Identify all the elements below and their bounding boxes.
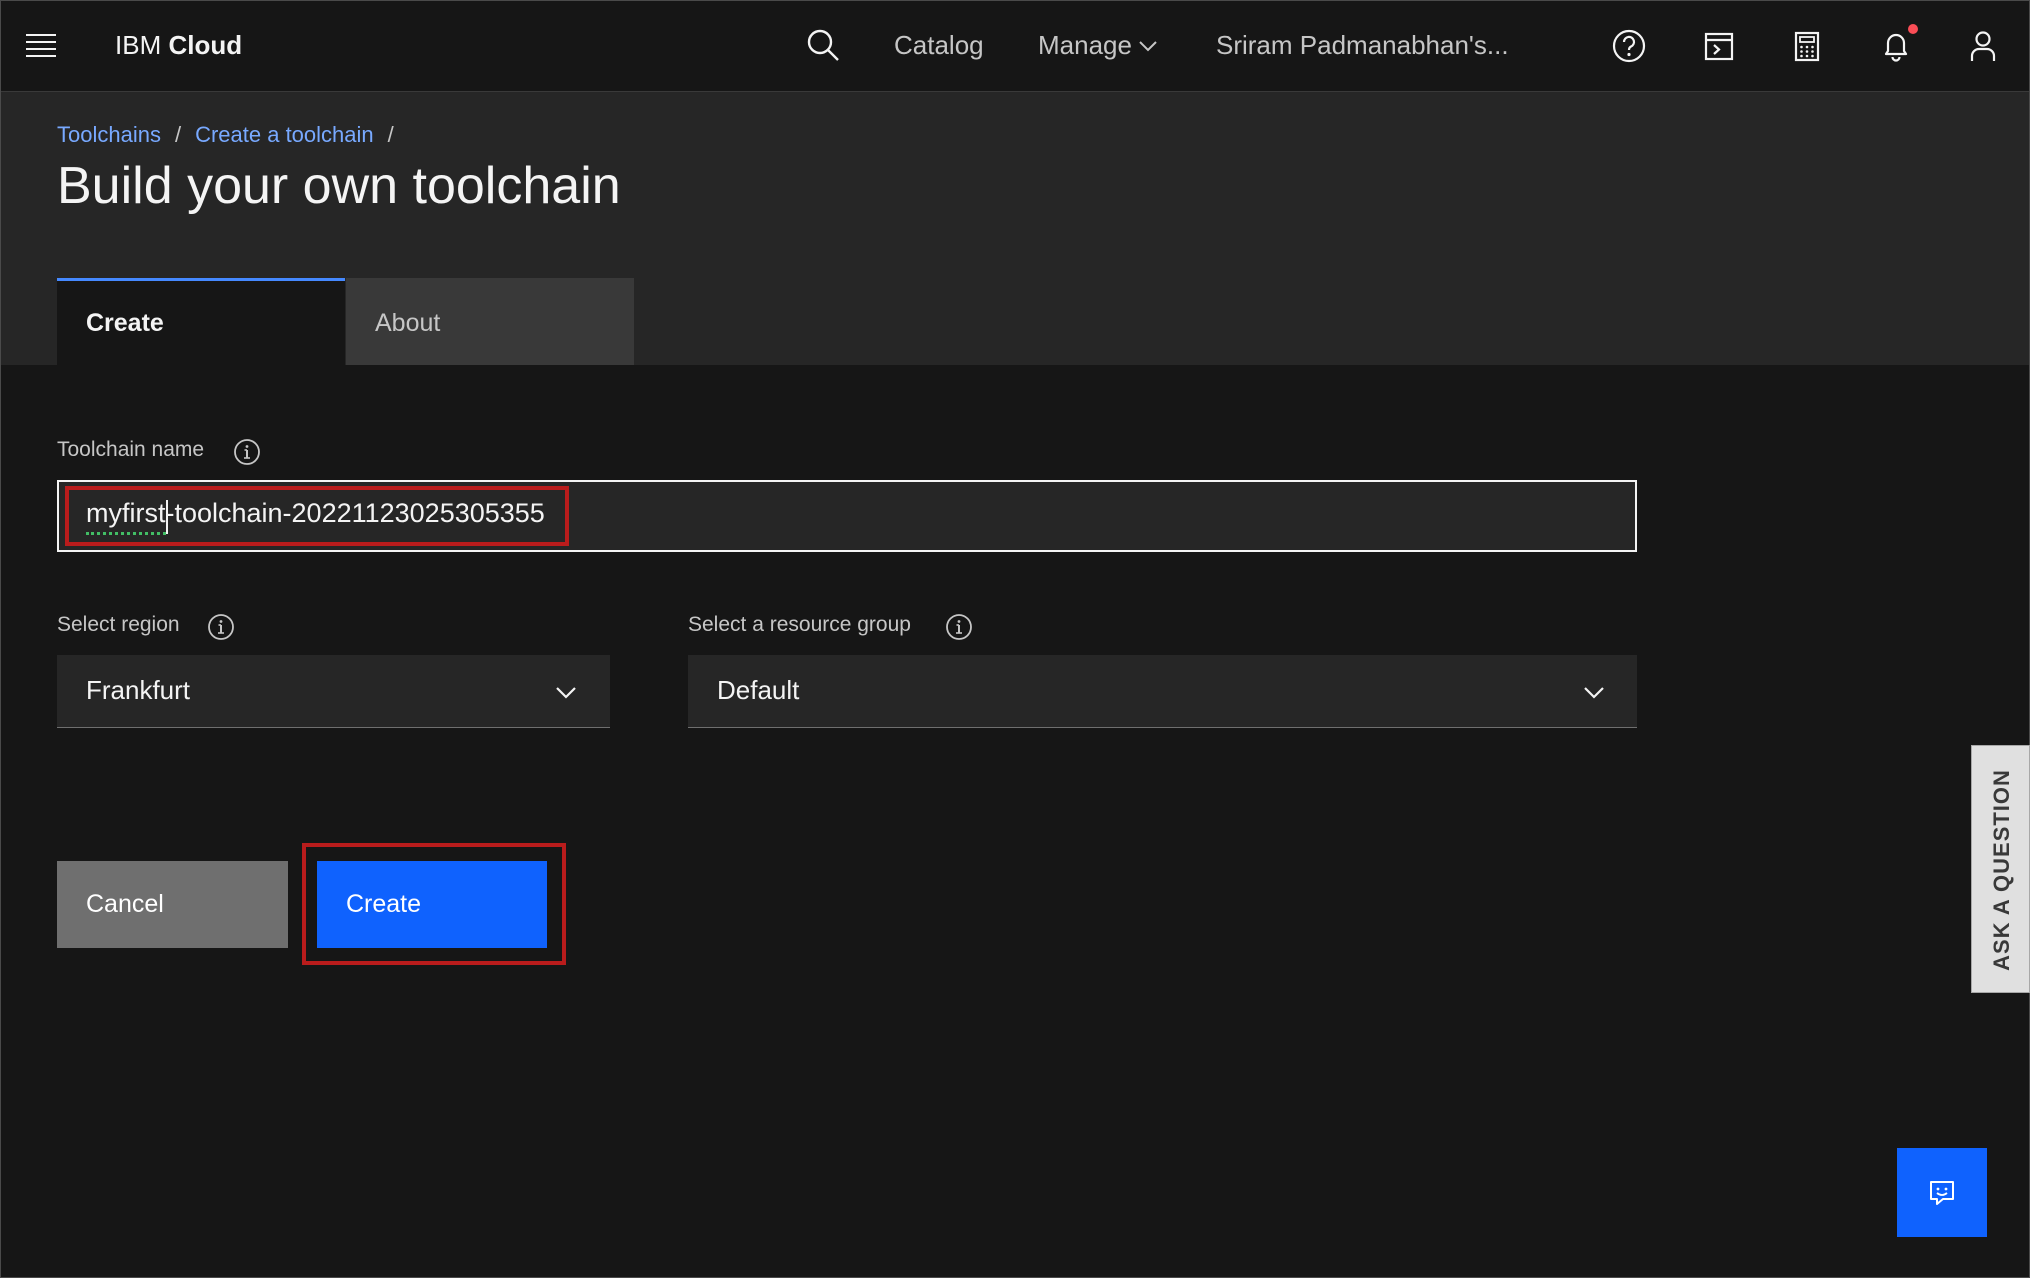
resource-group-label: Select a resource group <box>688 613 911 636</box>
brand-name: Cloud <box>168 30 243 60</box>
user-avatar-icon[interactable] <box>1963 26 2003 66</box>
notification-badge <box>1908 24 1918 34</box>
chat-feedback-button[interactable] <box>1897 1148 1987 1237</box>
annotation-highlight-box <box>302 843 566 965</box>
info-icon[interactable] <box>207 613 235 641</box>
breadcrumb-separator: / <box>174 122 182 147</box>
breadcrumb-separator: / <box>387 122 394 147</box>
help-icon[interactable] <box>1609 26 1649 66</box>
breadcrumb-toolchains-link[interactable]: Toolchains <box>57 122 161 147</box>
breadcrumb: Toolchains / Create a toolchain / <box>57 122 408 148</box>
annotation-highlight-box <box>65 486 569 546</box>
brand-logo[interactable]: IBM Cloud <box>115 30 242 61</box>
nav-manage-menu[interactable]: Manage <box>1038 30 1132 61</box>
search-icon[interactable] <box>805 27 841 63</box>
chevron-down-icon <box>1139 41 1157 52</box>
info-icon[interactable] <box>233 438 261 466</box>
tab-create[interactable]: Create <box>57 278 345 365</box>
cancel-button[interactable]: Cancel <box>57 861 288 948</box>
chat-icon <box>1930 1181 1954 1205</box>
chevron-down-icon <box>556 687 576 699</box>
ask-a-question-label: ASK A QUESTION <box>1989 769 2014 971</box>
page-title: Build your own toolchain <box>57 157 621 215</box>
breadcrumb-create-toolchain-link[interactable]: Create a toolchain <box>195 122 374 147</box>
tab-about[interactable]: About <box>346 278 634 365</box>
menu-icon[interactable] <box>26 34 58 57</box>
cost-estimator-icon[interactable] <box>1787 26 1827 66</box>
toolchain-name-label: Toolchain name <box>57 438 205 461</box>
region-label: Select region <box>57 613 180 636</box>
account-switcher[interactable]: Sriram Padmanabhan's... <box>1216 30 1509 61</box>
resource-group-select[interactable]: Default <box>688 655 1637 728</box>
nav-catalog-link[interactable]: Catalog <box>894 30 984 61</box>
brand-prefix: IBM <box>115 30 162 60</box>
info-icon[interactable] <box>945 613 973 641</box>
region-select-value: Frankfurt <box>86 675 191 705</box>
resource-group-select-value: Default <box>717 675 800 705</box>
cloud-shell-icon[interactable] <box>1699 26 1739 66</box>
region-select[interactable]: Frankfurt <box>57 655 610 728</box>
chevron-down-icon <box>1584 687 1604 699</box>
ask-a-question-tab[interactable]: ASK A QUESTION <box>1971 745 2030 993</box>
